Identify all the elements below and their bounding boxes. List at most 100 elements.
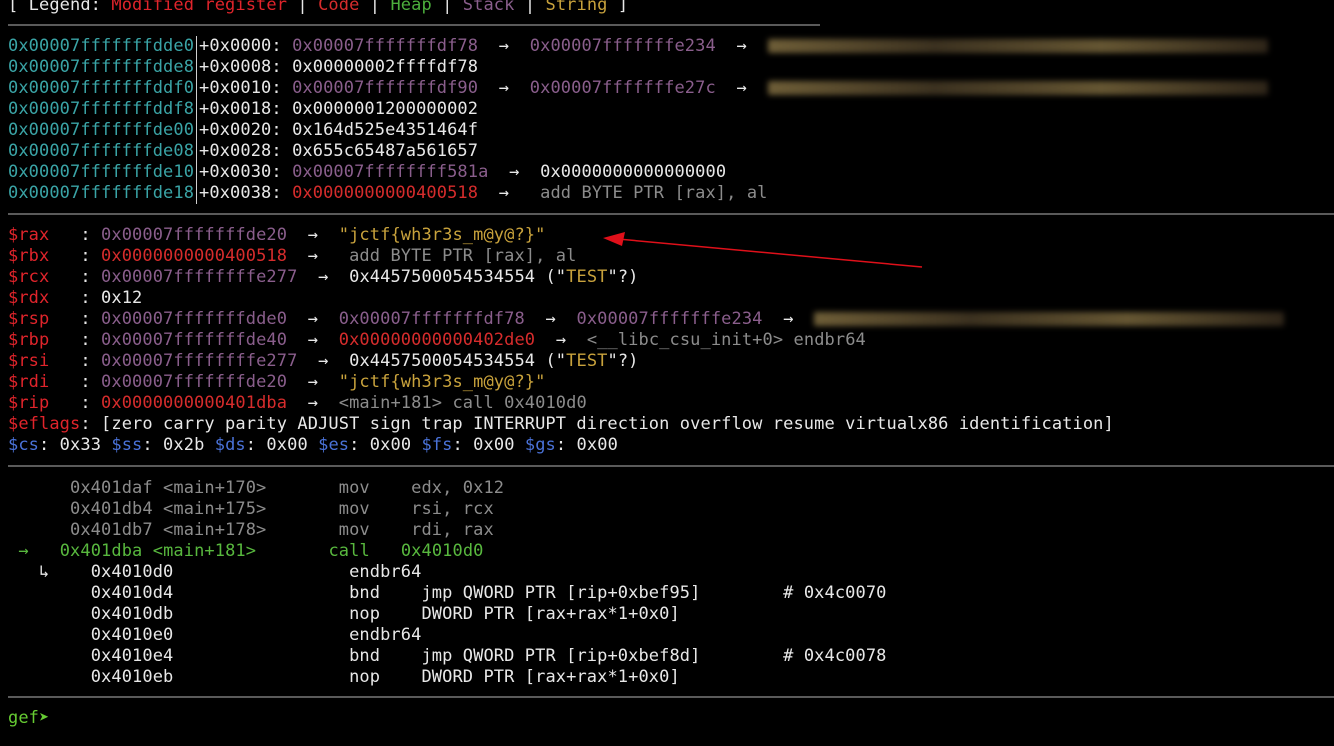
- code-mnemonic: nop: [349, 604, 381, 624]
- colon: :: [80, 246, 91, 266]
- code-mnemonic: mov: [338, 499, 370, 519]
- segment-name: $ss: [111, 435, 143, 455]
- divider: [196, 78, 198, 99]
- code-line-current: → 0x401dba <main+181> call 0x4010d0: [8, 541, 484, 562]
- eflags-value: : [zero carry parity ADJUST sign trap IN…: [80, 414, 1114, 434]
- register-rsp: $rsp : 0x00007fffffffdde0 → 0x00007fffff…: [8, 309, 1285, 330]
- code-address: 0x4010e0: [90, 625, 174, 645]
- legend-sep: |: [431, 0, 463, 15]
- code-operands: 0x4010d0: [400, 541, 484, 561]
- code-address: 0x4010d0: [90, 562, 174, 582]
- register-deref: 0x4457500054534554 (": [349, 267, 567, 287]
- stack-row: 0x00007fffffffde08 +0x0028: 0x655c65487a5…: [8, 141, 478, 162]
- gef-prompt[interactable]: gef➤: [8, 708, 49, 729]
- arrow-icon: →: [307, 309, 319, 329]
- stack-value: 0x0000001200000002: [292, 99, 479, 119]
- code-address: 0x4010db: [90, 604, 174, 624]
- code-address: 0x401db7: [70, 520, 153, 540]
- annotation-arrow-head: [603, 232, 625, 246]
- code-mnemonic: endbr64: [349, 562, 422, 582]
- stack-address: 0x00007fffffffdde8: [8, 57, 195, 77]
- code-comment: # 0x4c0078: [783, 646, 887, 666]
- code-symbol: <main+170>: [163, 478, 267, 498]
- divider: [8, 213, 1334, 215]
- legend-suffix: ]: [607, 0, 629, 15]
- stack-row: 0x00007fffffffdde8 +0x0008: 0x00000002fff…: [8, 57, 478, 78]
- register-value: 0x00007fffffffde40: [101, 330, 288, 350]
- stack-value: 0x655c65487a561657: [292, 141, 479, 161]
- register-name: $rax: [8, 225, 50, 245]
- stack-offset: +0x0020:: [199, 120, 282, 140]
- divider: [196, 141, 198, 162]
- register-rbx: $rbx : 0x0000000000400518 → add BYTE PTR…: [8, 246, 576, 267]
- arrow-icon: →: [736, 78, 747, 98]
- legend-prefix: [ Legend:: [8, 0, 112, 15]
- register-name: $rdx: [8, 288, 50, 308]
- arrow-icon: →: [498, 36, 510, 56]
- legend-sep: |: [359, 0, 391, 15]
- register-deref: 0x00000000000402de0: [338, 330, 536, 350]
- divider: [196, 183, 198, 204]
- register-rcx: $rcx : 0x00007ffffffffe277 → 0x445750005…: [8, 267, 639, 288]
- code-line: 0x401db7 <main+178> mov rdi, rax: [8, 520, 494, 541]
- legend-stack: Stack: [462, 0, 515, 15]
- legend-sep: |: [287, 0, 319, 15]
- stack-row: 0x00007fffffffddf8 +0x0018: 0x00000012000…: [8, 99, 478, 120]
- colon: :: [80, 288, 91, 308]
- code-line: 0x401db4 <main+175> mov rsi, rcx: [8, 499, 494, 520]
- code-symbol: <main+181>: [152, 541, 257, 561]
- callee-line: 0x4010e4 bnd jmp QWORD PTR [rip+0xbef8d]…: [8, 646, 887, 667]
- stack-value: 0x00007fffffffe27c: [529, 78, 716, 98]
- code-address: 0x4010e4: [90, 646, 174, 666]
- prompt-arrow-icon: ➤: [39, 708, 50, 728]
- redacted-path: [767, 81, 1268, 95]
- code-mnemonic: mov: [338, 478, 370, 498]
- stack-address: 0x00007fffffffde18: [8, 183, 195, 203]
- divider: [196, 120, 198, 141]
- arrow-icon: →: [307, 393, 319, 413]
- register-value: 0x00007fffffffde20: [101, 372, 288, 392]
- stack-value: 0x00007fffffffdf90: [292, 78, 479, 98]
- legend-code: Code: [318, 0, 360, 15]
- legend-modified: Modified register: [111, 0, 288, 15]
- stack-offset: +0x0000:: [199, 36, 282, 56]
- code-address: 0x401daf: [70, 478, 153, 498]
- segment-name: $gs: [524, 435, 556, 455]
- divider: [196, 57, 198, 78]
- register-name: $rbx: [8, 246, 50, 266]
- stack-offset: +0x0030:: [199, 162, 282, 182]
- register-name: $rsp: [8, 309, 50, 329]
- segment-name: $cs: [8, 435, 40, 455]
- stack-value: 0x00007fffffffe234: [529, 36, 716, 56]
- arrow-icon: →: [555, 330, 567, 350]
- stack-address: 0x00007fffffffdde0: [8, 36, 195, 56]
- register-name: $rdi: [8, 372, 50, 392]
- segment-value: : 0x00: [555, 435, 618, 455]
- register-string: "jctf{wh3r3s_m@y@?}": [338, 225, 546, 245]
- code-operands: rdi, rax: [411, 520, 494, 540]
- legend-heap: Heap: [390, 0, 432, 15]
- code-mnemonic: mov: [338, 520, 370, 540]
- code-operands: jmp QWORD PTR [rip+0xbef8d]: [421, 646, 701, 666]
- register-name: $rsi: [8, 351, 50, 371]
- segment-value: : 0x2b: [142, 435, 215, 455]
- register-instruction: add BYTE PTR [rax], al: [338, 246, 577, 266]
- code-mnemonic: call: [328, 541, 370, 561]
- stack-value: 0x00000002ffffdf78: [292, 57, 479, 77]
- code-operands: jmp QWORD PTR [rip+0xbef95]: [421, 583, 701, 603]
- stack-address: 0x00007fffffffddf0: [8, 78, 195, 98]
- arrow-icon: →: [307, 330, 319, 350]
- register-instruction: <main+181> call 0x4010d0: [338, 393, 587, 413]
- callee-line: 0x4010e0 endbr64: [8, 625, 422, 646]
- stack-instruction: add BYTE PTR [rax], al: [529, 183, 768, 203]
- arrow-icon: →: [509, 162, 520, 182]
- stack-offset: +0x0038:: [199, 183, 282, 203]
- colon: :: [80, 330, 91, 350]
- arrow-icon: →: [318, 267, 329, 287]
- stack-offset: +0x0018:: [199, 99, 282, 119]
- code-operands: rsi, rcx: [411, 499, 494, 519]
- code-comment: # 0x4c0070: [783, 583, 887, 603]
- register-rdi: $rdi : 0x00007fffffffde20 → "jctf{wh3r3s…: [8, 372, 545, 393]
- code-address: 0x4010d4: [90, 583, 174, 603]
- register-deref: 0x00007fffffffdf78: [338, 309, 525, 329]
